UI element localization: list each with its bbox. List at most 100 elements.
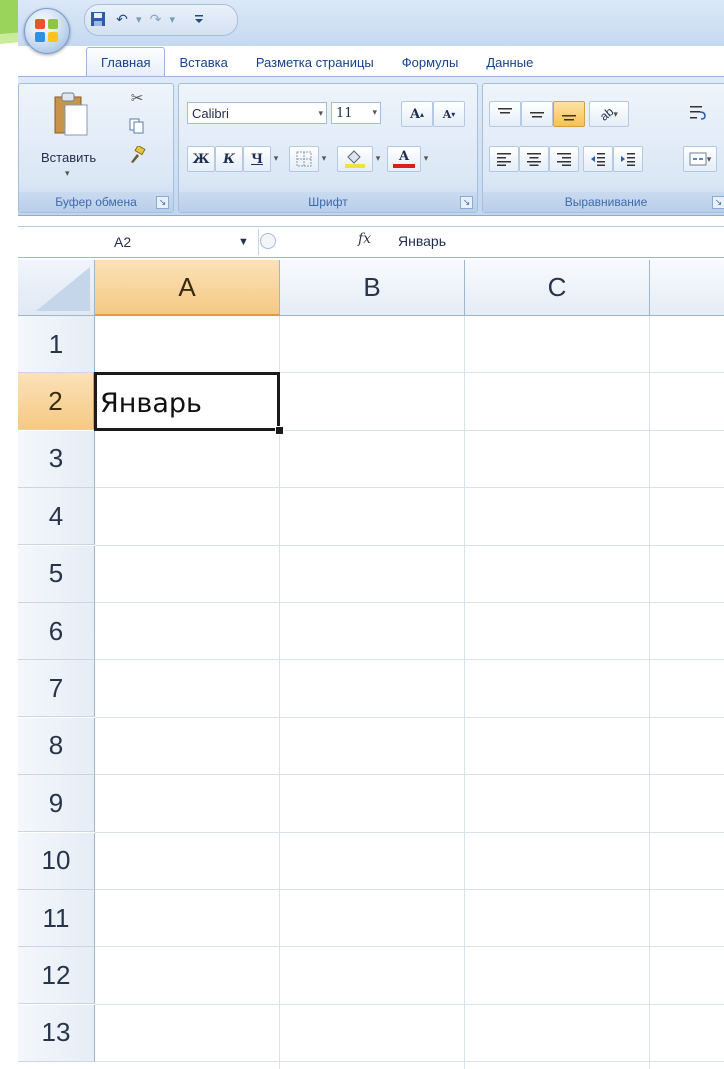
font-size-value: 11 <box>336 105 353 121</box>
align-bottom-icon <box>562 115 576 121</box>
active-cell-border <box>94 372 280 431</box>
font-group-label: Шрифт <box>179 192 477 212</box>
align-right-icon <box>557 153 571 166</box>
row-header-7[interactable]: 7 <box>18 660 95 718</box>
orientation-button[interactable]: ab ▾ <box>589 101 629 127</box>
row-header-2[interactable]: 2 <box>18 373 95 431</box>
gridline-horizontal <box>95 1061 724 1063</box>
redo-icon[interactable]: ↷ <box>146 9 166 29</box>
row-header-6[interactable]: 6 <box>18 603 95 660</box>
customize-qat-icon[interactable] <box>189 9 209 29</box>
column-header-c[interactable]: C <box>465 260 650 316</box>
undo-dropdown-icon[interactable]: ▾ <box>136 13 142 26</box>
font-family-combo[interactable]: Calibri ▾ <box>187 102 327 124</box>
formula-bar: A2 ▼ fx Январь <box>18 226 724 258</box>
row-header-11[interactable]: 11 <box>18 890 95 947</box>
formula-bar-resize-icon[interactable] <box>260 233 276 249</box>
underline-button[interactable]: Ч <box>243 146 271 172</box>
gridline-horizontal <box>95 602 724 603</box>
fill-color-button[interactable] <box>337 146 373 172</box>
row-header-9[interactable]: 9 <box>18 775 95 833</box>
office-logo-icon <box>35 19 59 43</box>
font-size-dropdown-icon[interactable]: ▾ <box>372 108 377 118</box>
decrease-indent-button[interactable] <box>583 146 613 172</box>
row-header-3[interactable]: 3 <box>18 430 95 488</box>
clipboard-launcher-icon[interactable]: ↘ <box>156 196 169 209</box>
fill-handle[interactable] <box>275 426 284 435</box>
name-box[interactable]: A2 ▼ <box>18 229 259 255</box>
tab-home[interactable]: Главная <box>86 47 166 76</box>
row-header-10[interactable]: 10 <box>18 832 95 890</box>
select-all-triangle-icon <box>36 267 90 311</box>
alignment-group-label: Выравнивание <box>483 192 724 212</box>
fill-color-dropdown-icon[interactable]: ▾ <box>371 150 385 166</box>
paste-icon[interactable] <box>49 90 93 142</box>
row-header-8[interactable]: 8 <box>18 717 95 775</box>
worksheet-grid[interactable]: A B C 1 2 3 4 5 6 7 8 9 10 11 12 13 Январь <box>18 260 724 1069</box>
save-icon[interactable] <box>88 9 108 29</box>
gridline-horizontal <box>95 774 724 776</box>
tab-data[interactable]: Данные <box>472 48 547 76</box>
wrap-text-icon[interactable] <box>687 102 709 124</box>
grow-font-button[interactable]: A ▴ <box>401 101 433 127</box>
align-bottom-button[interactable] <box>553 101 585 127</box>
row-header-12[interactable]: 12 <box>18 947 95 1005</box>
decrease-indent-icon <box>591 153 605 166</box>
align-center-button[interactable] <box>519 146 549 172</box>
paste-button-label[interactable]: Вставить <box>41 150 96 165</box>
italic-button[interactable]: К <box>215 146 243 172</box>
align-left-button[interactable] <box>489 146 519 172</box>
borders-button[interactable] <box>289 146 319 172</box>
underline-dropdown-icon[interactable]: ▾ <box>269 150 283 166</box>
align-left-icon <box>497 153 511 166</box>
merge-center-button[interactable]: ▾ <box>683 146 717 172</box>
formula-value[interactable]: Январь <box>398 233 446 249</box>
tab-page-layout[interactable]: Разметка страницы <box>242 48 388 76</box>
borders-icon <box>296 151 312 167</box>
undo-icon[interactable]: ↶ <box>112 9 132 29</box>
office-button[interactable] <box>24 8 70 54</box>
shrink-font-button[interactable]: A ▾ <box>433 101 465 127</box>
column-header-next[interactable] <box>650 260 724 316</box>
insert-function-icon[interactable]: fx <box>358 231 371 247</box>
row-header-5[interactable]: 5 <box>18 545 95 603</box>
gridline-horizontal <box>95 544 724 546</box>
align-center-icon <box>527 153 541 166</box>
tab-insert[interactable]: Вставка <box>165 48 241 76</box>
ribbon: Вставить ▾ ✂ Буфер обмена ↘ Calibri ▾ 11… <box>18 76 724 216</box>
name-box-dropdown-icon[interactable]: ▼ <box>238 229 249 255</box>
redo-dropdown-icon[interactable]: ▾ <box>170 13 176 26</box>
increase-indent-button[interactable] <box>613 146 643 172</box>
formula-input-area[interactable]: fx Январь <box>258 227 724 257</box>
row-header-1[interactable]: 1 <box>18 316 95 373</box>
font-color-dropdown-icon[interactable]: ▾ <box>419 150 433 166</box>
row-header-4[interactable]: 4 <box>18 488 95 546</box>
align-middle-button[interactable] <box>521 101 553 127</box>
font-color-button[interactable]: A <box>387 146 421 172</box>
name-box-value: A2 <box>114 234 132 250</box>
bold-button[interactable]: Ж <box>187 146 215 172</box>
align-top-icon <box>498 108 512 114</box>
tab-formulas[interactable]: Формулы <box>388 48 473 76</box>
align-top-button[interactable] <box>489 101 521 127</box>
gridline-horizontal <box>95 487 724 489</box>
merge-cells-icon <box>689 152 707 166</box>
font-family-dropdown-icon[interactable]: ▾ <box>318 108 323 119</box>
column-header-b[interactable]: B <box>280 260 465 316</box>
select-all-corner[interactable] <box>18 260 95 316</box>
align-right-button[interactable] <box>549 146 579 172</box>
borders-dropdown-icon[interactable]: ▾ <box>317 150 331 166</box>
ribbon-tabs: Главная Вставка Разметка страницы Формул… <box>86 46 547 76</box>
paste-dropdown-icon[interactable]: ▾ <box>65 168 70 179</box>
font-launcher-icon[interactable]: ↘ <box>460 196 473 209</box>
font-size-combo[interactable]: 11 ▾ <box>331 102 381 124</box>
copy-icon[interactable] <box>127 116 147 136</box>
gridline-horizontal <box>95 716 724 718</box>
row-header-13[interactable]: 13 <box>18 1004 95 1062</box>
alignment-launcher-icon[interactable]: ↘ <box>712 196 724 209</box>
clipboard-group: Вставить ▾ ✂ Буфер обмена ↘ <box>18 83 174 213</box>
gridline-horizontal <box>95 659 724 661</box>
cut-icon[interactable]: ✂ <box>127 88 147 108</box>
format-painter-icon[interactable] <box>127 144 147 166</box>
column-header-a[interactable]: A <box>95 260 280 316</box>
